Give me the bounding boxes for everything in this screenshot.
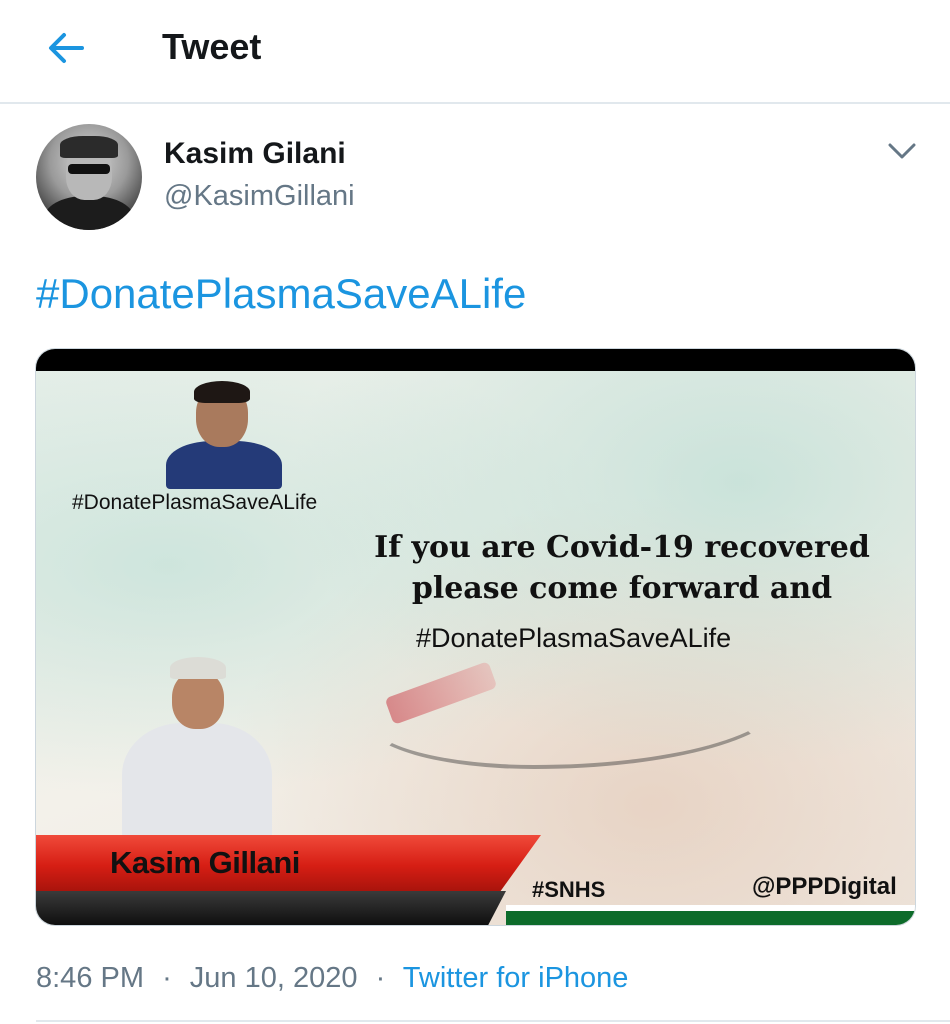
image-message-line2: please come forward and (411, 571, 833, 606)
tweet-menu-button[interactable] (884, 136, 920, 166)
banner-name-text: Kasim Gillani (110, 845, 300, 880)
banner-shadow (36, 891, 506, 925)
tweet-hashtag-link[interactable]: #DonatePlasmaSaveALife (36, 270, 526, 318)
chevron-down-icon (888, 143, 916, 159)
top-bar: Tweet (0, 0, 950, 104)
page-title: Tweet (162, 26, 262, 67)
arrow-left-icon (49, 33, 84, 63)
author-photo (116, 649, 276, 839)
image-ppp-tag: @PPPDigital (752, 873, 897, 900)
image-snhs-tag: #SNHS (532, 877, 606, 902)
back-button[interactable] (44, 28, 88, 68)
meta-separator: · (162, 962, 172, 994)
author-display-name[interactable]: Kasim Gilani (164, 137, 346, 171)
tweet-source-link[interactable]: Twitter for iPhone (403, 962, 629, 994)
meta-separator: · (375, 962, 386, 994)
image-top-hashtag: #DonatePlasmaSaveALife (72, 491, 318, 514)
flag-stripe-green (506, 911, 915, 925)
tweet-time: 8:46 PM (36, 962, 144, 994)
tweet-meta: 8:46 PM · Jun 10, 2020 · Twitter for iPh… (36, 962, 628, 995)
image-message-line1: If you are Covid-19 recovered (374, 530, 870, 565)
tweet-date: Jun 10, 2020 (189, 962, 358, 994)
divider (36, 1020, 950, 1022)
image-top-band (36, 349, 915, 371)
image-middle-hashtag: #DonatePlasmaSaveALife (416, 623, 732, 653)
avatar[interactable] (36, 124, 142, 230)
politician-photo (166, 379, 282, 489)
tweet-media-image[interactable]: #DonatePlasmaSaveALife If you are Covid-… (35, 348, 916, 926)
image-message: If you are Covid-19 recovered please com… (352, 527, 892, 609)
author-handle[interactable]: @KasimGillani (164, 180, 355, 213)
